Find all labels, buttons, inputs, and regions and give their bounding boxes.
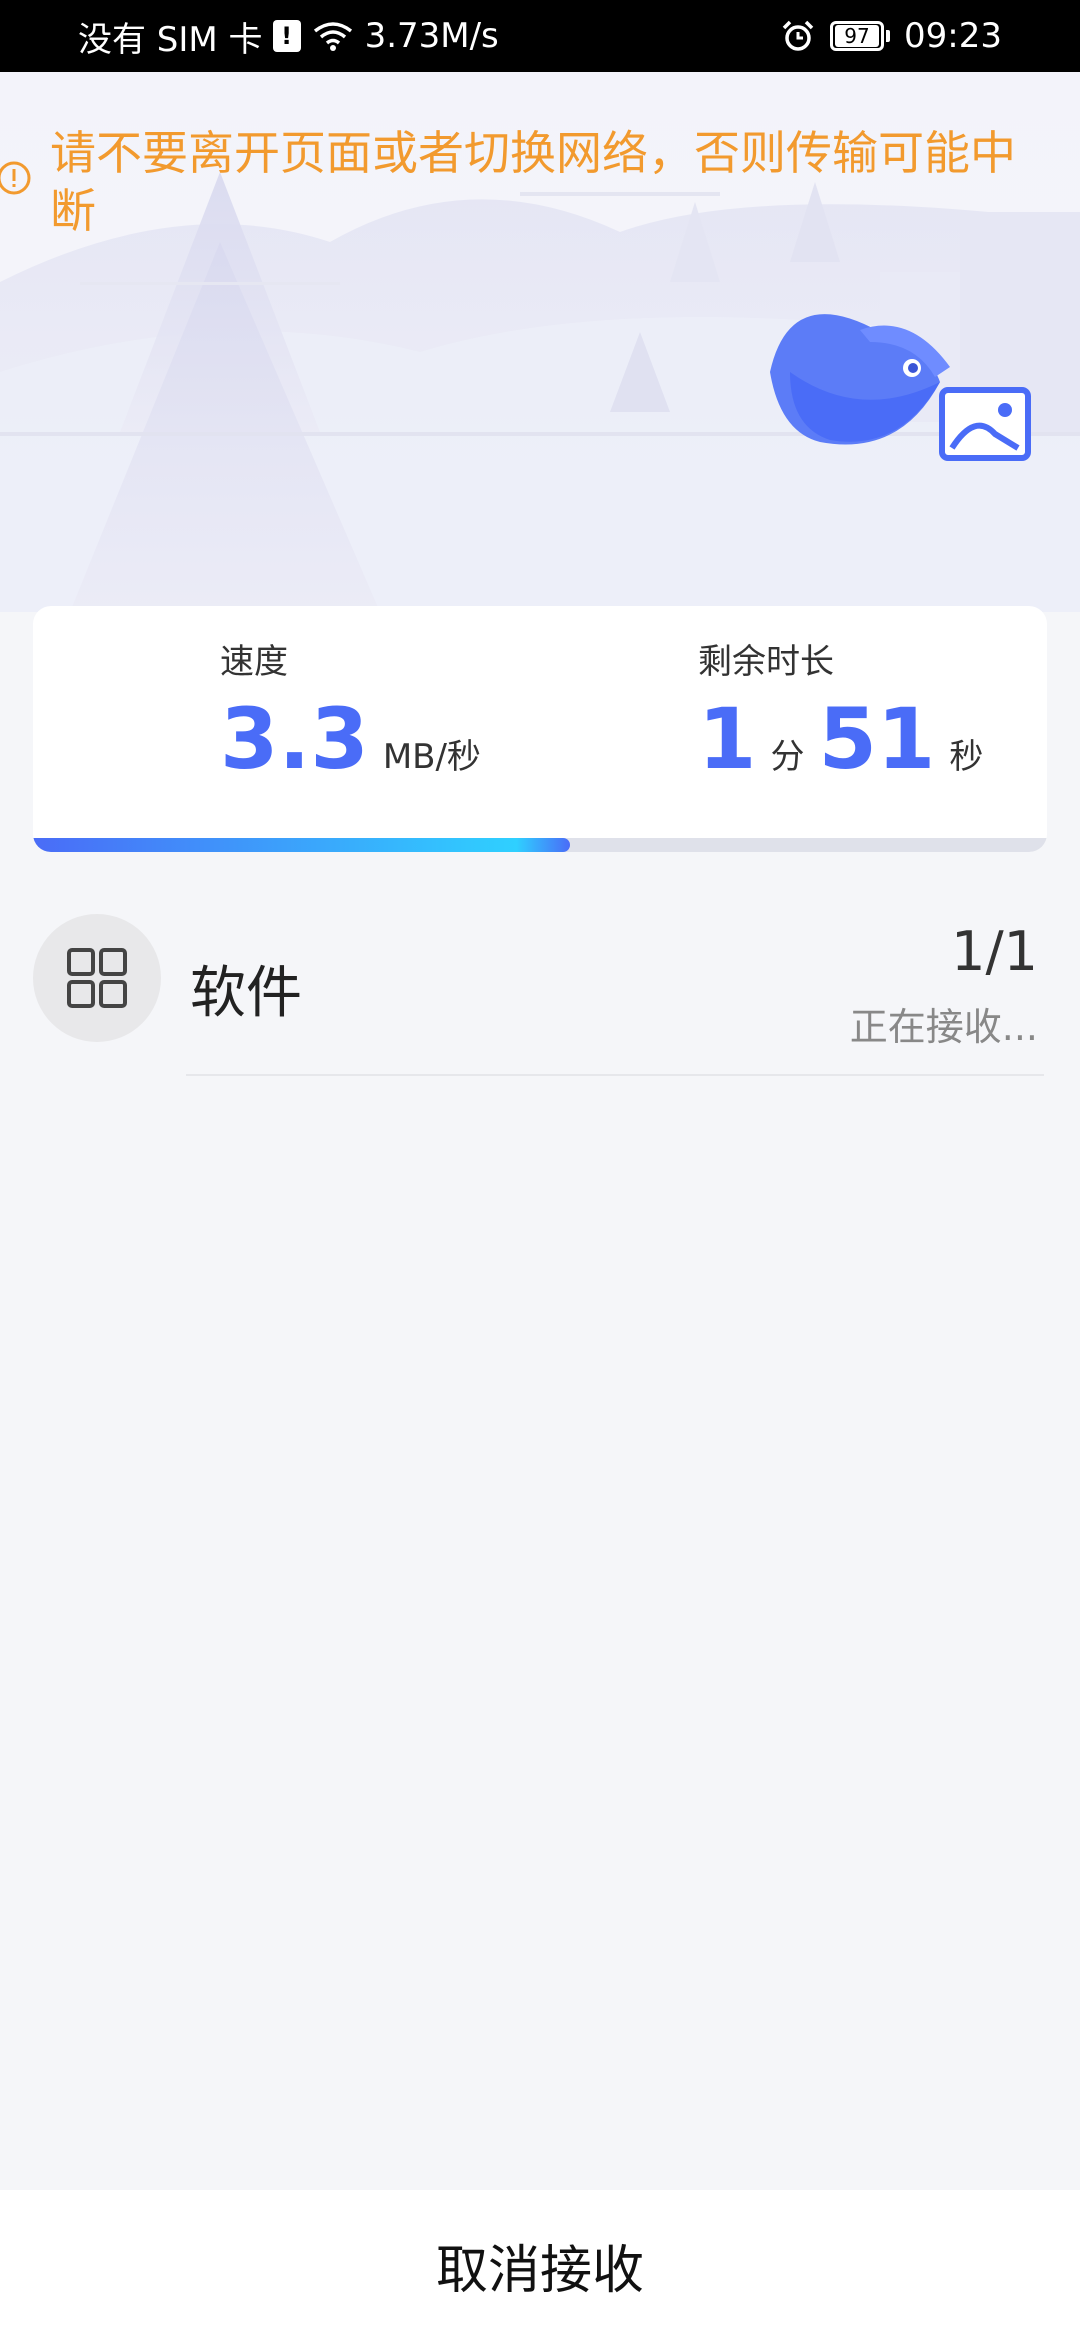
speed-value: 3.3 bbox=[220, 690, 369, 788]
seconds-unit: 秒 bbox=[949, 737, 984, 777]
status-left: 没有 SIM 卡 ! 3.73M/s bbox=[78, 0, 499, 72]
remaining-time-stat: 剩余时长 1 分 51 秒 bbox=[698, 642, 983, 784]
transfer-progress-bar bbox=[33, 838, 1047, 852]
clock: 09:23 bbox=[904, 16, 1002, 56]
network-speed: 3.73M/s bbox=[364, 16, 499, 56]
remaining-minutes: 1 bbox=[698, 690, 757, 788]
minutes-unit: 分 bbox=[770, 737, 805, 777]
file-category-name: 软件 bbox=[190, 961, 302, 1026]
carrier-text: 没有 SIM 卡 bbox=[78, 19, 263, 60]
transfer-warning: 请不要离开页面或者切换网络，否则传输可能中断 bbox=[50, 126, 1016, 238]
file-list-item[interactable]: 软件 1/1 正在接收... bbox=[0, 900, 1080, 1076]
speed-unit: MB/秒 bbox=[382, 737, 481, 777]
transfer-progress-fill bbox=[33, 838, 571, 852]
file-status: 正在接收... bbox=[849, 1005, 1038, 1049]
status-bar: 没有 SIM 卡 ! 3.73M/s 97 09:23 bbox=[0, 0, 1080, 72]
image-file-icon bbox=[939, 387, 1031, 461]
apps-grid-icon bbox=[67, 948, 127, 1008]
divider bbox=[186, 1074, 1044, 1076]
wifi-icon bbox=[313, 22, 352, 51]
file-type-avatar bbox=[33, 914, 161, 1042]
warning-icon bbox=[0, 161, 31, 195]
speed-label: 速度 bbox=[220, 642, 288, 682]
speed-stat: 速度 3.3 MB/秒 bbox=[220, 642, 481, 784]
sim-alert-icon: ! bbox=[272, 20, 301, 52]
alarm-icon bbox=[782, 20, 814, 51]
status-right: 97 09:23 bbox=[780, 0, 1002, 72]
file-count: 1/1 bbox=[951, 920, 1038, 983]
battery-level: 97 bbox=[835, 25, 880, 47]
bottom-action-bar: 取消接收 bbox=[0, 2190, 1080, 2340]
battery-icon: 97 bbox=[830, 21, 891, 51]
remaining-label: 剩余时长 bbox=[698, 642, 834, 682]
remaining-seconds: 51 bbox=[818, 690, 936, 788]
cancel-receive-button[interactable]: 取消接收 bbox=[376, 2208, 704, 2323]
transfer-stats-card: 速度 3.3 MB/秒 剩余时长 1 分 51 秒 bbox=[33, 606, 1047, 852]
